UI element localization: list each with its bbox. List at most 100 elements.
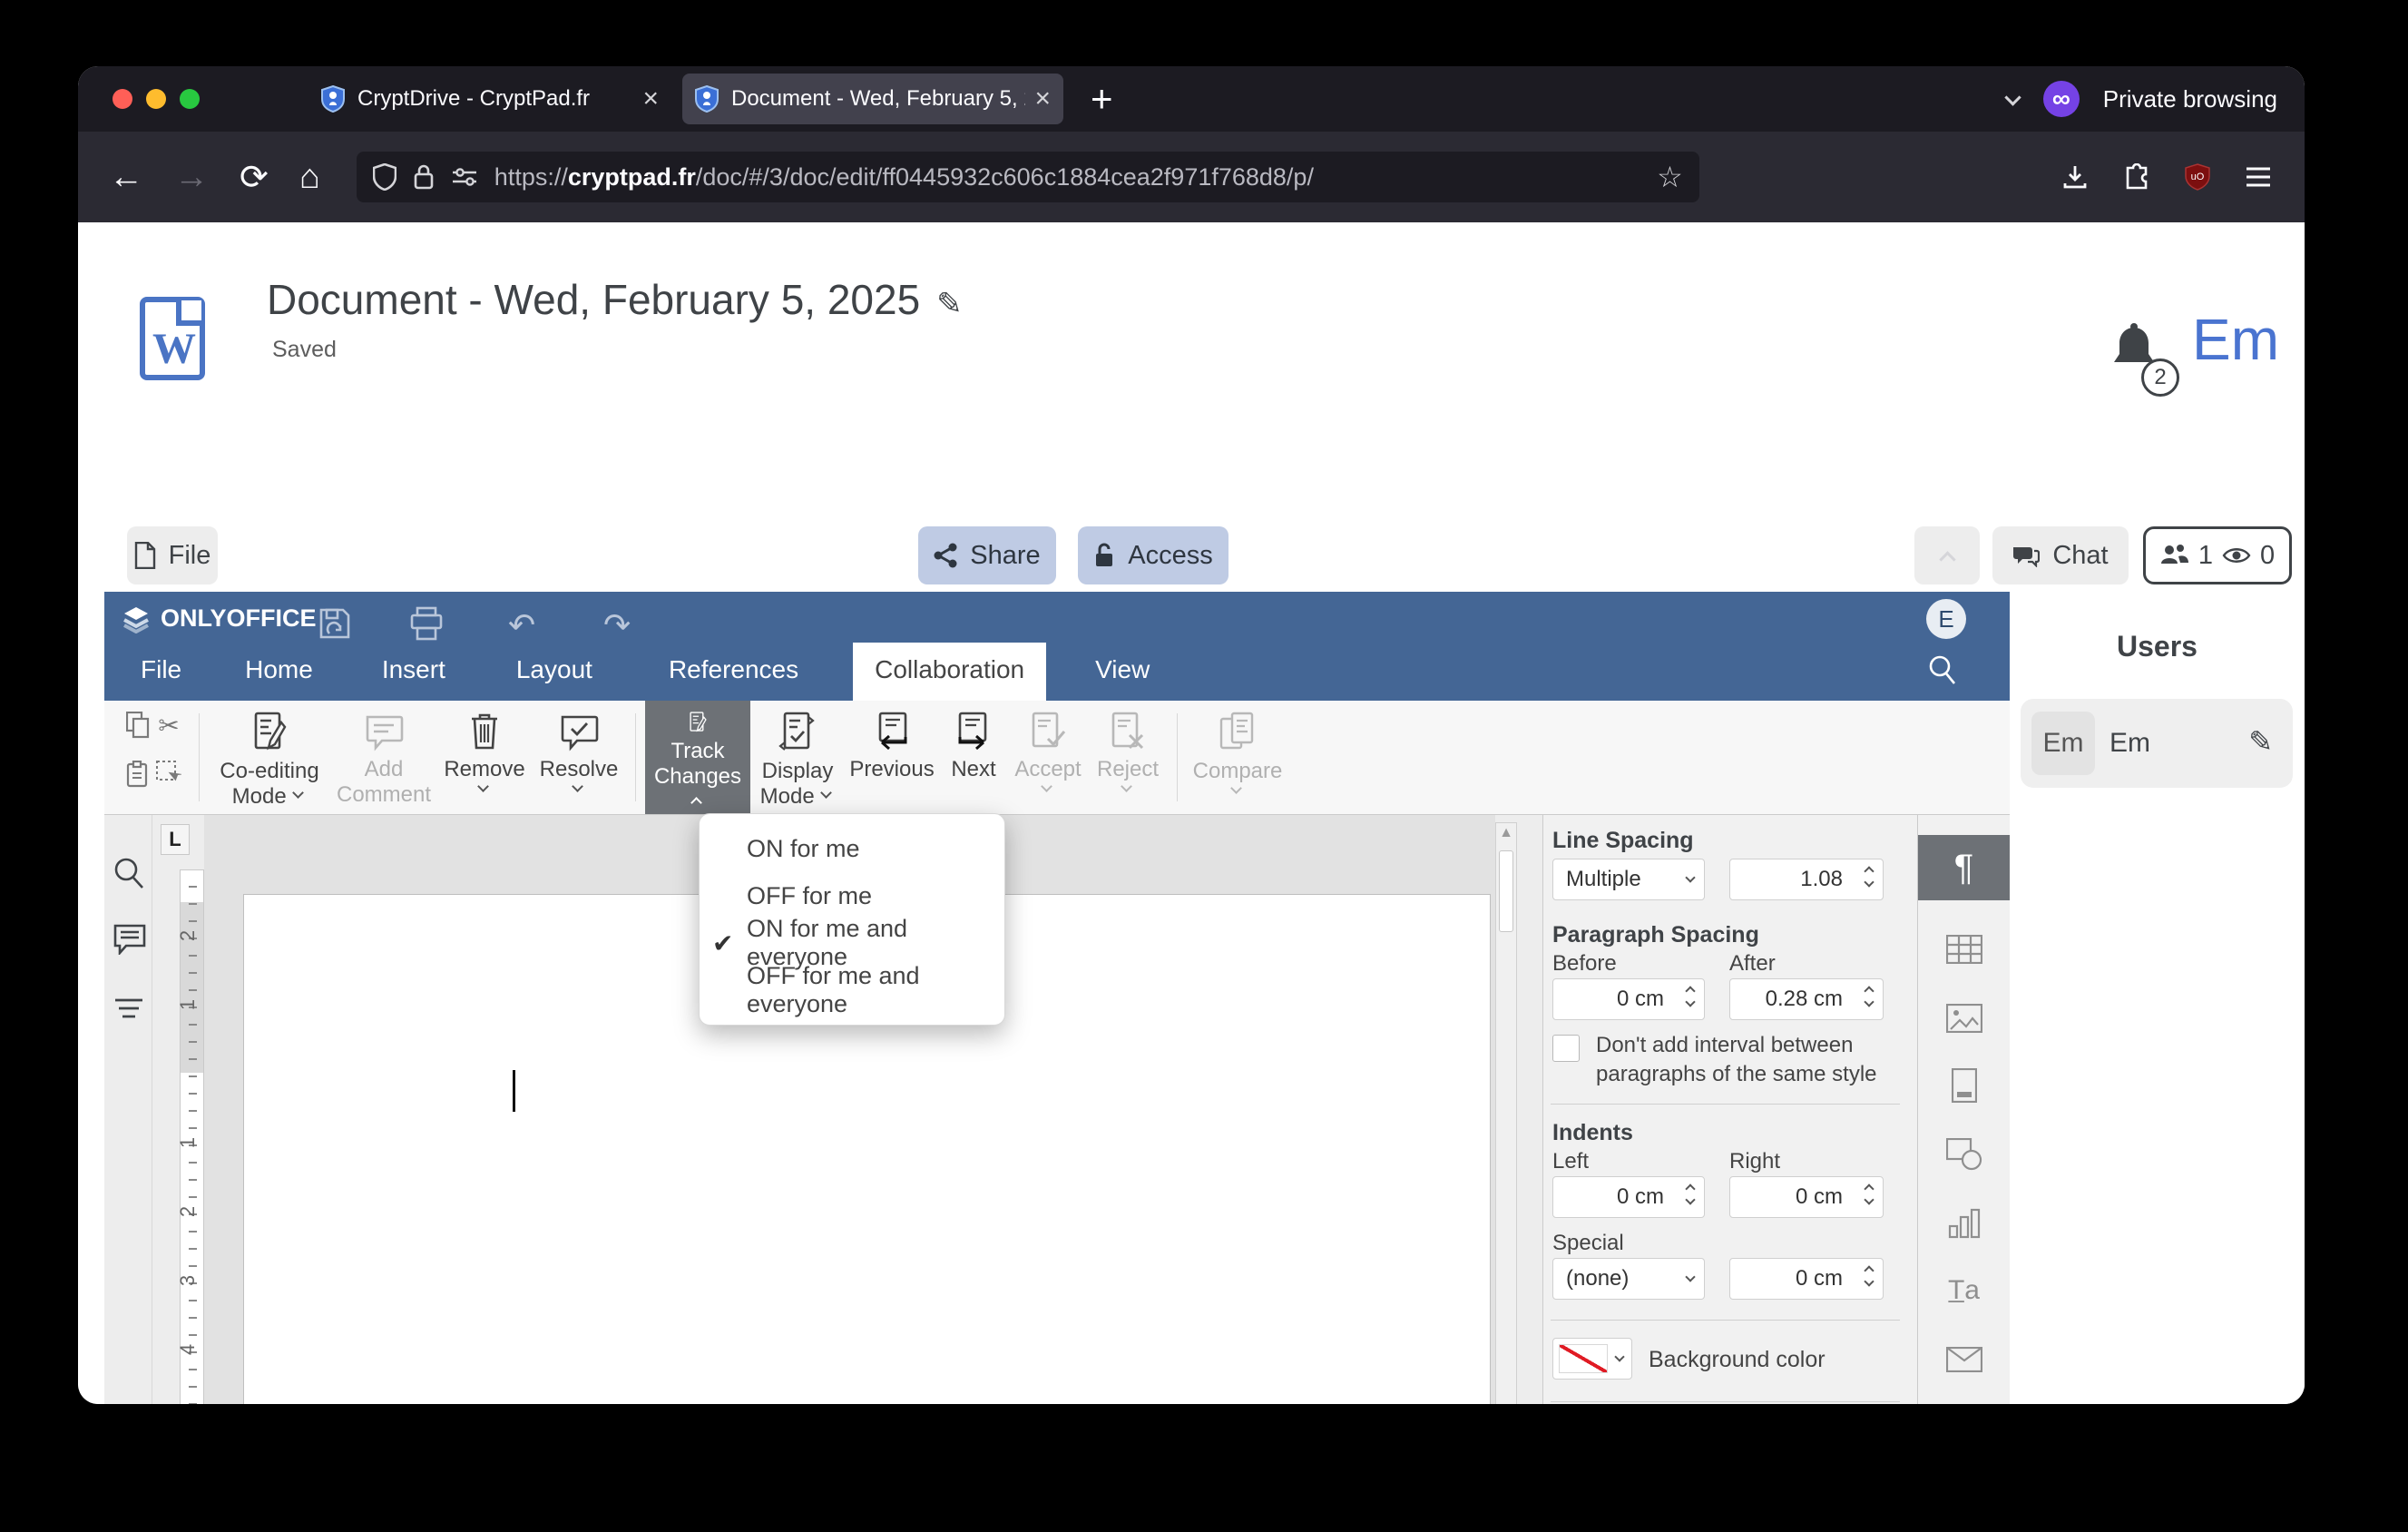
minimize-window-button[interactable] — [146, 89, 166, 109]
forward-icon[interactable]: → — [174, 158, 209, 197]
track-changes-button[interactable]: Track Changes — [645, 701, 750, 814]
comments-panel-icon[interactable] — [113, 924, 146, 955]
url-bar[interactable]: https://cryptpad.fr/doc/#/3/doc/edit/ff0… — [356, 152, 1699, 202]
coediting-mode-button[interactable]: Co-editing Mode — [209, 701, 330, 814]
no-interval-checkbox[interactable] — [1552, 1035, 1580, 1062]
scroll-up-icon[interactable]: ▲ — [1498, 825, 1514, 841]
spacing-after-input[interactable]: 0.28 cm — [1729, 978, 1884, 1020]
vertical-scroll-thumb[interactable] — [1499, 850, 1513, 932]
menu-tab-home[interactable]: Home — [223, 643, 335, 701]
indent-left-input[interactable]: 0 cm — [1552, 1176, 1705, 1218]
bookmark-star-icon[interactable]: ☆ — [1657, 160, 1683, 194]
spinner-up-icon[interactable] — [1865, 1183, 1875, 1191]
remove-comment-button[interactable]: Remove — [437, 701, 532, 814]
tab-stop-selector[interactable]: L — [161, 824, 190, 855]
file-menu-button[interactable]: File — [127, 526, 218, 584]
menu-tab-layout[interactable]: Layout — [494, 643, 614, 701]
tab-cryptdrive[interactable]: CryptDrive - CryptPad.fr × — [308, 74, 671, 124]
user-list-item[interactable]: Em Em ✎ — [2021, 699, 2293, 788]
line-spacing-select[interactable]: Multiple — [1552, 859, 1705, 900]
account-avatar[interactable]: Em — [2192, 306, 2279, 373]
paragraph-settings-tab[interactable]: ¶ — [1918, 835, 2010, 900]
extensions-icon[interactable] — [2123, 163, 2150, 191]
vertical-scrollbar[interactable]: ▲ ▼ — [1495, 822, 1517, 1404]
mail-merge-settings-tab[interactable] — [1918, 1327, 2010, 1392]
document-title[interactable]: Document - Wed, February 5, 2025 ✎ — [267, 275, 963, 324]
spinner-down-icon[interactable] — [1686, 1196, 1697, 1204]
ublock-icon[interactable]: uO — [2185, 163, 2210, 191]
editor-user-avatar[interactable]: E — [1926, 599, 1966, 639]
menu-tab-file[interactable]: File — [119, 643, 203, 701]
spinner-down-icon[interactable] — [1865, 998, 1875, 1007]
spinner-up-icon[interactable] — [1865, 985, 1875, 993]
menu-tab-view[interactable]: View — [1073, 643, 1171, 701]
dropdown-item-off-for-me[interactable]: OFF for me — [700, 872, 1004, 919]
cut-icon[interactable]: ✂ — [158, 711, 179, 741]
list-tabs-chevron-icon[interactable] — [2005, 92, 2020, 106]
compare-button[interactable]: Compare — [1187, 701, 1288, 814]
add-comment-button[interactable]: Add Comment — [330, 701, 437, 814]
chat-button[interactable]: Chat — [1992, 526, 2129, 584]
spinner-up-icon[interactable] — [1686, 985, 1697, 993]
paste-icon[interactable] — [126, 761, 150, 788]
menu-hamburger-icon[interactable] — [2245, 166, 2272, 188]
print-icon[interactable] — [408, 606, 445, 641]
table-settings-tab[interactable] — [1918, 917, 2010, 982]
close-window-button[interactable] — [113, 89, 132, 109]
close-tab-icon[interactable]: × — [1034, 83, 1051, 114]
reload-icon[interactable]: ⟳ — [240, 157, 269, 198]
reject-change-button[interactable]: Reject — [1088, 701, 1168, 814]
close-tab-icon[interactable]: × — [642, 83, 659, 114]
display-mode-button[interactable]: Display Mode — [750, 701, 845, 814]
spinner-up-icon[interactable] — [1865, 865, 1875, 873]
spinner-down-icon[interactable] — [1865, 1278, 1875, 1286]
dropdown-item-on-for-everyone[interactable]: ✔ ON for me and everyone — [700, 915, 1004, 970]
spinner-down-icon[interactable] — [1686, 998, 1697, 1007]
session-users-indicator[interactable]: 1 0 — [2143, 526, 2292, 584]
edit-user-pencil-icon[interactable]: ✎ — [2248, 724, 2273, 759]
shield-icon[interactable] — [372, 163, 396, 191]
home-icon[interactable]: ⌂ — [299, 158, 320, 197]
background-color-swatch[interactable] — [1552, 1338, 1632, 1380]
collapse-toolbar-button[interactable] — [1914, 526, 1980, 584]
downloads-icon[interactable] — [2061, 163, 2089, 191]
menu-tab-references[interactable]: References — [647, 643, 820, 701]
spinner-up-icon[interactable] — [1686, 1183, 1697, 1191]
dropdown-item-off-for-everyone[interactable]: OFF for me and everyone — [700, 962, 1004, 1017]
select-all-icon[interactable] — [156, 761, 181, 788]
menu-tab-insert[interactable]: Insert — [360, 643, 467, 701]
spacing-before-input[interactable]: 0 cm — [1552, 978, 1705, 1020]
image-settings-tab[interactable] — [1918, 986, 2010, 1051]
permissions-icon[interactable] — [451, 165, 478, 189]
special-indent-select[interactable]: (none) — [1552, 1258, 1705, 1300]
access-button[interactable]: Access — [1078, 526, 1228, 584]
back-icon[interactable]: ← — [109, 158, 143, 197]
find-icon[interactable] — [113, 857, 144, 889]
previous-change-button[interactable]: Previous — [845, 701, 939, 814]
special-indent-input[interactable]: 0 cm — [1729, 1258, 1884, 1300]
next-change-button[interactable]: Next — [939, 701, 1008, 814]
share-button[interactable]: Share — [918, 526, 1056, 584]
spinner-up-icon[interactable] — [1865, 1264, 1875, 1272]
fullscreen-window-button[interactable] — [180, 89, 200, 109]
text-art-settings-tab[interactable]: T̲a — [1918, 1258, 2010, 1323]
line-spacing-value-input[interactable]: 1.08 — [1729, 859, 1884, 900]
new-tab-button[interactable]: + — [1091, 77, 1113, 121]
navigation-headings-icon[interactable] — [113, 997, 146, 1022]
redo-icon[interactable]: ↷ — [603, 606, 631, 644]
dropdown-item-on-for-me[interactable]: ON for me — [700, 825, 1004, 872]
edit-title-pencil-icon[interactable]: ✎ — [936, 287, 963, 321]
header-footer-settings-tab[interactable] — [1918, 1053, 2010, 1118]
save-icon[interactable] — [318, 606, 352, 641]
notifications-button[interactable]: 2 — [2110, 322, 2179, 397]
resolve-comment-button[interactable]: Resolve — [532, 701, 626, 814]
spinner-down-icon[interactable] — [1865, 879, 1875, 887]
accept-change-button[interactable]: Accept — [1008, 701, 1088, 814]
spinner-down-icon[interactable] — [1865, 1196, 1875, 1204]
indent-right-input[interactable]: 0 cm — [1729, 1176, 1884, 1218]
chart-settings-tab[interactable] — [1918, 1191, 2010, 1256]
lock-icon[interactable] — [413, 163, 435, 191]
vertical-ruler[interactable]: 21123456 — [176, 869, 204, 1404]
editor-search-icon[interactable] — [1926, 653, 1957, 686]
undo-icon[interactable]: ↶ — [508, 606, 535, 644]
